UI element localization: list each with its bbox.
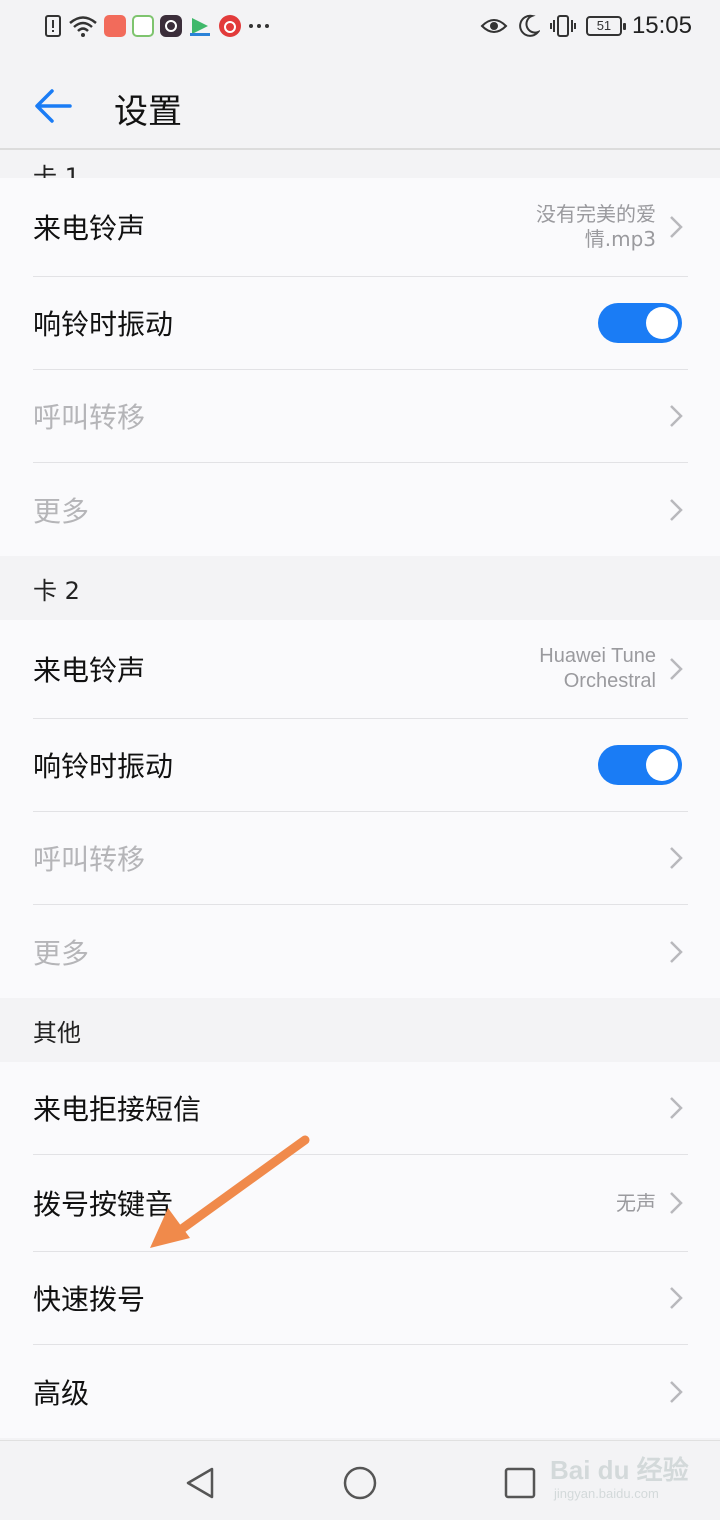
app-icon-video <box>190 18 210 36</box>
moon-icon <box>519 14 540 37</box>
chevron-right-icon <box>670 1287 683 1309</box>
card2-ringtone-row[interactable]: 来电铃声 Huawei Tune Orchestral <box>33 620 688 719</box>
app-icon-dark <box>160 15 182 37</box>
section-header-card2-label: 卡 2 <box>33 576 80 605</box>
chevron-right-icon <box>670 940 683 963</box>
chevron-right-icon <box>670 847 683 869</box>
page-title: 设置 <box>114 92 182 132</box>
card2-forward-label: 呼叫转移 <box>33 843 146 876</box>
eye-icon <box>480 19 508 33</box>
card1-vibrate-label: 响铃时振动 <box>33 308 174 341</box>
section-header-other-label: 其他 <box>33 1018 81 1047</box>
card1-more-row[interactable]: 更多 <box>33 463 688 556</box>
status-left-icons <box>44 14 270 38</box>
battery-icon: 51 <box>585 16 626 36</box>
card1-vibrate-row[interactable]: 响铃时振动 <box>33 277 688 370</box>
card2-group: 来电铃声 Huawei Tune Orchestral 响铃时振动 呼叫转移 更… <box>0 620 720 998</box>
chevron-right-icon <box>670 405 683 427</box>
battery-level: 51 <box>596 18 612 33</box>
card2-more-label: 更多 <box>33 936 90 970</box>
chevron-right-icon <box>670 498 683 521</box>
chevron-right-icon <box>670 1380 683 1403</box>
reject-sms-row[interactable]: 来电拒接短信 <box>33 1062 688 1155</box>
card1-group: 来电铃声 没有完美的爱情.mp3 响铃时振动 呼叫转移 更多 <box>0 178 720 556</box>
section-header-card1-label: 卡 1 <box>33 163 80 178</box>
watermark: Bai du 经验 jingyan.baidu.com <box>550 1450 700 1510</box>
section-header-other: 其他 <box>0 998 720 1062</box>
chevron-right-icon <box>670 1192 683 1214</box>
card1-forward-label: 呼叫转移 <box>33 401 146 434</box>
speed-dial-label: 快速拨号 <box>33 1283 146 1316</box>
card1-more-label: 更多 <box>33 494 90 528</box>
back-arrow-icon[interactable] <box>30 82 78 130</box>
card2-vibrate-row[interactable]: 响铃时振动 <box>33 719 688 812</box>
card1-ringtone-row[interactable]: 来电铃声 没有完美的爱情.mp3 <box>33 178 688 277</box>
dial-tone-value: 无声 <box>616 1190 656 1215</box>
status-bar: 51 15:05 <box>0 0 720 56</box>
settings-list[interactable]: 卡 1 来电铃声 没有完美的爱情.mp3 响铃时振动 呼叫转移 更多 卡 2 来… <box>0 150 720 1440</box>
reject-sms-label: 来电拒接短信 <box>33 1093 202 1126</box>
watermark-sub: jingyan.baidu.com <box>554 1486 659 1501</box>
dial-tone-label: 拨号按键音 <box>33 1188 174 1221</box>
dial-tone-row[interactable]: 拨号按键音 无声 <box>33 1155 688 1252</box>
card1-forward-row[interactable]: 呼叫转移 <box>33 370 688 463</box>
card2-forward-row[interactable]: 呼叫转移 <box>33 812 688 905</box>
card1-ringtone-value-text: 没有完美的爱情.mp3 <box>536 202 656 251</box>
app-icon-music <box>219 15 241 37</box>
sim-alert-icon <box>45 15 61 37</box>
card2-ringtone-value-line1: Huawei Tune <box>539 645 656 667</box>
home-circle-icon[interactable] <box>340 1463 380 1503</box>
card2-ringtone-value-line2: Orchestral <box>563 670 656 692</box>
recents-square-icon[interactable] <box>500 1463 540 1503</box>
other-group: 来电拒接短信 拨号按键音 无声 快速拨号 高级 <box>0 1062 720 1438</box>
watermark-main: Bai du 经验 <box>550 1455 689 1485</box>
card1-ringtone-value: 没有完美的爱情.mp3 <box>516 202 656 252</box>
chevron-right-icon <box>670 1097 683 1119</box>
more-dots-icon <box>249 24 269 28</box>
section-header-card1: 卡 1 <box>0 150 720 178</box>
advanced-label: 高级 <box>33 1376 90 1410</box>
card2-ringtone-value: Huawei Tune Orchestral <box>539 644 656 694</box>
back-triangle-icon[interactable] <box>180 1463 220 1503</box>
app-icon-green <box>132 15 154 37</box>
wifi-icon <box>69 16 97 37</box>
app-header: 设置 <box>0 56 720 150</box>
chevron-right-icon <box>670 216 683 238</box>
advanced-row[interactable]: 高级 <box>33 1345 688 1438</box>
card1-vibrate-toggle[interactable] <box>598 303 682 343</box>
card2-vibrate-toggle[interactable] <box>598 745 682 785</box>
card2-vibrate-label: 响铃时振动 <box>33 750 174 783</box>
app-icon-red <box>104 15 126 37</box>
chevron-right-icon <box>670 658 683 680</box>
card1-ringtone-label: 来电铃声 <box>33 212 146 245</box>
clock: 15:05 <box>631 12 692 39</box>
card2-ringtone-label: 来电铃声 <box>33 654 146 687</box>
card2-more-row[interactable]: 更多 <box>33 905 688 998</box>
vibrate-icon <box>549 15 576 37</box>
speed-dial-row[interactable]: 快速拨号 <box>33 1252 688 1345</box>
section-header-card2: 卡 2 <box>0 556 720 620</box>
status-right-icons: 51 15:05 <box>480 12 692 40</box>
